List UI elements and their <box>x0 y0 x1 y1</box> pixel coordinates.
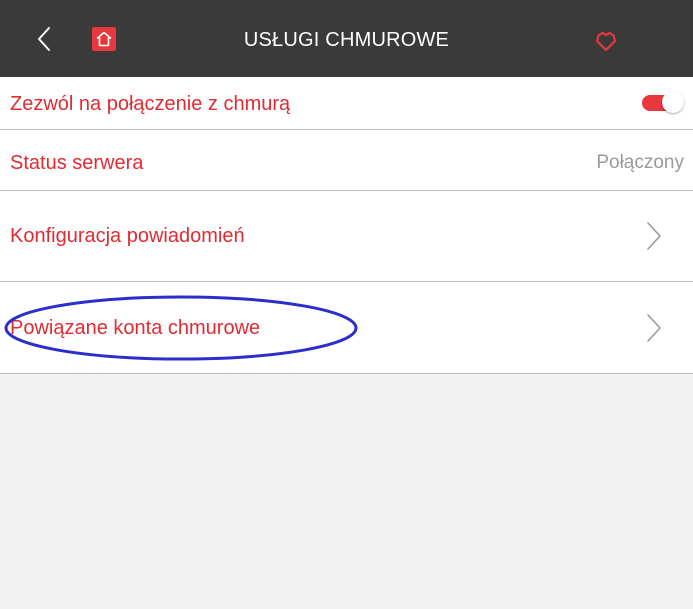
cloud-connection-toggle[interactable] <box>642 91 684 115</box>
server-status-value: Połączony <box>596 152 684 173</box>
shield-icon <box>595 31 617 52</box>
server-status-row: Status serwera Połączony <box>0 130 693 191</box>
home-button[interactable] <box>92 27 116 51</box>
chevron-right-icon <box>647 314 661 342</box>
server-status-label: Status serwera <box>10 152 144 174</box>
linked-accounts-label: Powiązane konta chmurowe <box>10 317 261 339</box>
toggle-knob <box>662 91 684 113</box>
notification-config-label: Konfiguracja powiadomień <box>10 225 245 247</box>
cloud-connection-row: Zezwól na połączenie z chmurą <box>0 77 693 130</box>
shield-button[interactable] <box>592 28 620 54</box>
linked-accounts-row[interactable]: Powiązane konta chmurowe <box>0 282 693 374</box>
chevron-left-icon <box>38 27 50 51</box>
top-bar: USŁUGI CHMUROWE <box>0 0 693 77</box>
notification-config-row[interactable]: Konfiguracja powiadomień <box>0 191 693 282</box>
back-button[interactable] <box>30 22 60 56</box>
cloud-connection-label: Zezwól na połączenie z chmurą <box>10 93 291 115</box>
home-icon <box>96 31 112 47</box>
cloud-services-screen: USŁUGI CHMUROWE Zezwól na połączenie z c… <box>0 0 693 609</box>
chevron-right-icon <box>647 222 661 250</box>
